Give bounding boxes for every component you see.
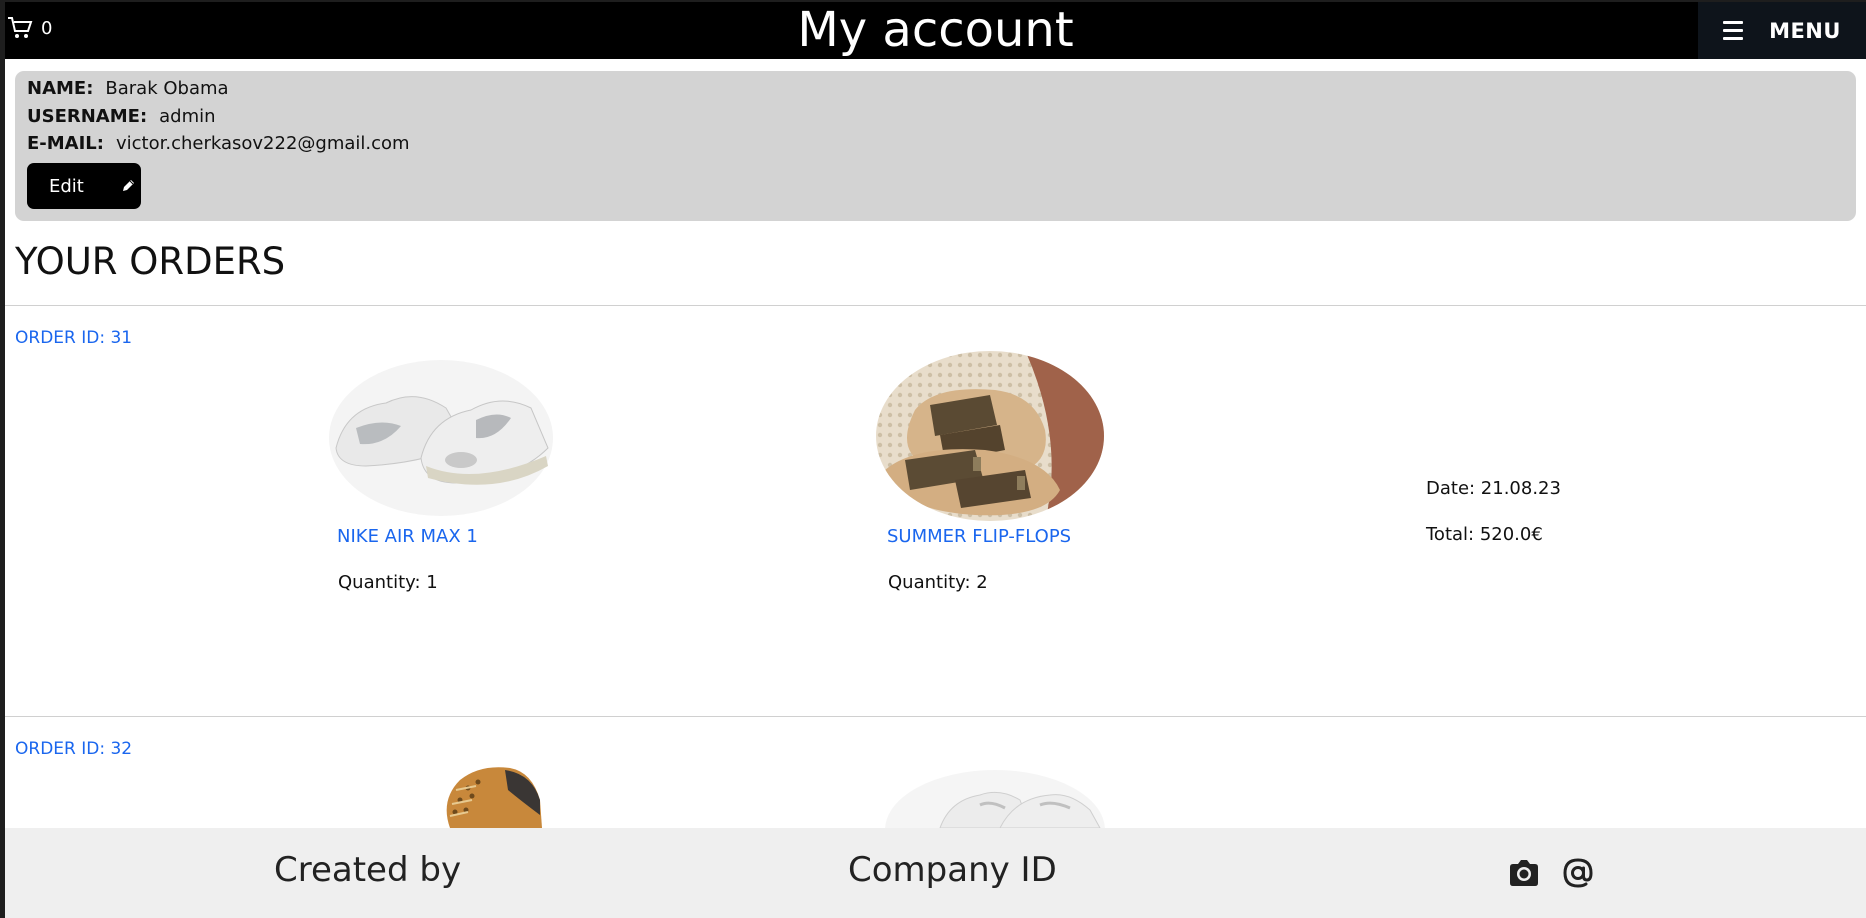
company-id-text: Company ID [848, 850, 1057, 890]
at-icon[interactable] [1561, 856, 1595, 890]
username-value: admin [159, 105, 216, 127]
edit-label: Edit [49, 175, 84, 197]
cart-count: 0 [41, 17, 53, 39]
username-label: USERNAME: [27, 105, 148, 127]
created-by-text: Created by [274, 850, 462, 890]
white-sneaker-image [880, 760, 1110, 828]
product-image-nike-air-max-1[interactable] [326, 348, 556, 518]
name-row: NAME: Barak Obama [27, 75, 1844, 103]
cart-icon [8, 17, 33, 38]
divider [5, 305, 1866, 306]
hamburger-icon [1723, 21, 1744, 40]
camera-icon[interactable] [1507, 856, 1541, 890]
name-value: Barak Obama [105, 78, 229, 99]
tan-boot-image [420, 760, 550, 828]
edit-button[interactable]: Edit [27, 163, 141, 209]
page-title: My account [797, 2, 1074, 58]
product-image-summer-flip-flops[interactable] [875, 350, 1105, 522]
product-image-boot[interactable] [420, 760, 550, 828]
order-total: Total: 520.0€ [1426, 524, 1543, 545]
menu-button[interactable]: MENU [1698, 2, 1866, 59]
order-id-link[interactable]: ORDER ID: 32 [15, 739, 132, 759]
account-info-panel: NAME: Barak Obama USERNAME: admin E-MAIL: v… [15, 71, 1856, 221]
product-image-sneaker[interactable] [880, 760, 1110, 828]
product-quantity: Quantity: 2 [888, 572, 988, 593]
divider [5, 716, 1866, 717]
orders-heading: YOUR ORDERS [15, 240, 286, 283]
pencil-icon [122, 180, 134, 191]
username-row: USERNAME: admin [27, 103, 1844, 131]
menu-label: MENU [1769, 18, 1841, 43]
footer: Created by Company ID [5, 828, 1866, 918]
product-link[interactable]: NIKE AIR MAX 1 [337, 526, 478, 547]
cart-button[interactable]: 0 [7, 16, 52, 40]
order-id-link[interactable]: ORDER ID: 31 [15, 328, 132, 348]
email-row: E-MAIL: victor.cherkasov222@gmail.com [27, 130, 1844, 158]
order-date: Date: 21.08.23 [1426, 478, 1561, 499]
email-label: E-MAIL: [27, 133, 104, 154]
product-quantity: Quantity: 1 [338, 572, 438, 593]
brown-sandals-image [876, 351, 1104, 521]
product-link[interactable]: SUMMER FLIP-FLOPS [887, 526, 1071, 547]
email-value: victor.cherkasov222@gmail.com [115, 133, 410, 154]
top-bar: 0 My account MENU [5, 2, 1866, 59]
name-label: NAME: [27, 78, 94, 99]
white-sneaker-image [326, 348, 556, 518]
